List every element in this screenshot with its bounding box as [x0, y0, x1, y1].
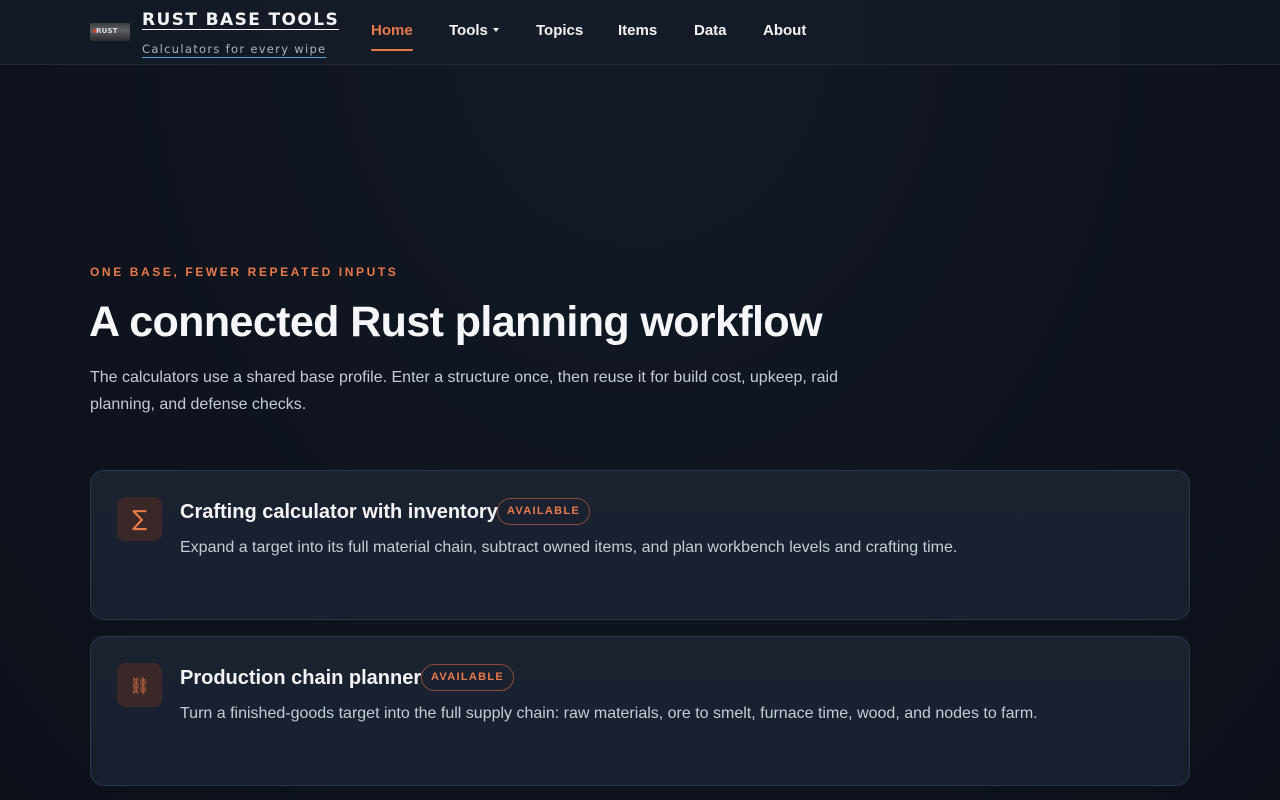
- brand-title-link[interactable]: RUST BASE TOOLS: [142, 10, 339, 30]
- rust-logo-icon[interactable]: RUST: [90, 23, 130, 41]
- nav-item-data[interactable]: Data: [694, 22, 727, 39]
- card-description: Expand a target into its full material c…: [180, 539, 958, 556]
- sigma-icon: ∑: [117, 497, 162, 541]
- hero-description: The calculators use a shared base profil…: [90, 369, 838, 413]
- site-header: RUST RUST BASE TOOLS Calculators for eve…: [0, 0, 1280, 65]
- brand-subtitle-link[interactable]: Calculators for every wipe: [142, 42, 326, 56]
- page: RUST RUST BASE TOOLS Calculators for eve…: [0, 0, 1280, 800]
- tool-card-crafting-calculator[interactable]: ∑ Crafting calculator with inventory AVA…: [90, 470, 1190, 620]
- logo-text: RUST: [96, 27, 118, 35]
- card-description: Turn a finished-goods target into the fu…: [180, 705, 1038, 722]
- caret-down-icon: [492, 28, 499, 33]
- nav-item-tools-label: Tools: [449, 22, 488, 39]
- chain-link-icon: ⛓: [117, 663, 162, 707]
- card-title[interactable]: Crafting calculator with inventory: [180, 501, 498, 524]
- status-badge: AVAILABLE: [497, 498, 591, 525]
- nav-item-tools[interactable]: Tools: [449, 22, 499, 39]
- nav-item-home[interactable]: Home: [371, 22, 413, 51]
- tool-card-production-chain-planner[interactable]: ⛓ Production chain planner AVAILABLE Tur…: [90, 636, 1190, 786]
- chain-link-icon-glyph: ⛓: [129, 675, 150, 695]
- nav-item-topics[interactable]: Topics: [536, 22, 583, 39]
- hero-title: A connected Rust planning workflow: [89, 298, 823, 346]
- status-badge: AVAILABLE: [421, 664, 515, 691]
- sigma-icon-glyph: ∑: [132, 506, 147, 532]
- nav-item-about[interactable]: About: [763, 22, 806, 39]
- card-title[interactable]: Production chain planner: [180, 667, 421, 690]
- nav-item-items[interactable]: Items: [618, 22, 657, 39]
- hero-eyebrow: ONE BASE, FEWER REPEATED INPUTS: [90, 265, 399, 279]
